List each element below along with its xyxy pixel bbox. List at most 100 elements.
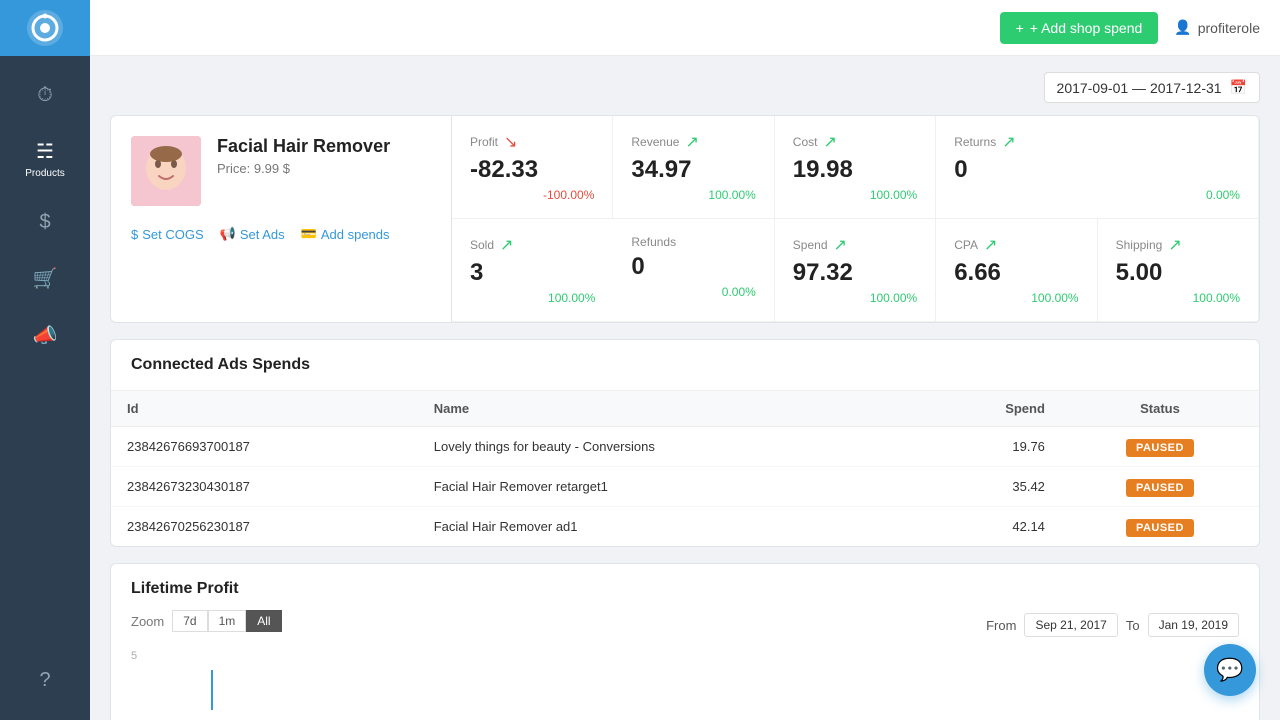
- table-row: 23842673230430187 Facial Hair Remover re…: [111, 467, 1259, 507]
- set-cogs-label: Set COGS: [142, 227, 203, 242]
- chart-date-range: From Sep 21, 2017 To Jan 19, 2019: [986, 613, 1239, 637]
- products-icon: ☵: [36, 139, 54, 164]
- trend-up-icon: ↗: [685, 132, 698, 152]
- sidebar-item-label: Products: [25, 168, 64, 179]
- calendar-icon: 📅: [1230, 79, 1247, 96]
- from-date-input[interactable]: Sep 21, 2017: [1024, 613, 1117, 637]
- metric-cpa-pct: 100.00%: [954, 291, 1078, 305]
- sidebar-item-finance[interactable]: $: [0, 199, 90, 246]
- metric-cost-pct: 100.00%: [793, 188, 917, 202]
- metric-profit-value: -82.33: [470, 156, 594, 184]
- cell-name: Facial Hair Remover retarget1: [418, 467, 919, 507]
- metric-shipping-value: 5.00: [1116, 259, 1240, 287]
- col-name: Name: [418, 391, 919, 427]
- metric-cpa-value: 6.66: [954, 259, 1078, 287]
- cell-id: 23842670256230187: [111, 507, 418, 547]
- cell-id: 23842673230430187: [111, 467, 418, 507]
- product-price: Price: 9.99 $: [217, 161, 390, 176]
- zoom-all-button[interactable]: All: [246, 610, 281, 632]
- date-range-row: 2017-09-01 — 2017-12-31 📅: [110, 72, 1260, 103]
- connected-ads-card: Connected Ads Spends Id Name Spend Statu…: [110, 339, 1260, 547]
- help-icon: ?: [39, 669, 50, 692]
- date-range-value: 2017-09-01 — 2017-12-31: [1057, 80, 1222, 96]
- metric-refunds-value: 0: [631, 253, 755, 281]
- card-icon: 💳: [301, 226, 317, 242]
- trend-up-icon-sold: ↗: [500, 235, 513, 255]
- product-image: [131, 136, 201, 206]
- metric-profit: Profit ↘ -82.33 -100.00%: [452, 116, 613, 219]
- username-label: profiterole: [1198, 20, 1260, 36]
- cell-status: PAUSED: [1061, 467, 1259, 507]
- chart-bar: [211, 670, 213, 710]
- metric-returns-pct: 0.00%: [954, 188, 1240, 202]
- megaphone-icon: 📣: [33, 323, 58, 348]
- cell-status: PAUSED: [1061, 427, 1259, 467]
- add-shop-button[interactable]: + + Add shop spend: [1000, 12, 1159, 44]
- dollar-icon: $: [39, 211, 50, 234]
- table-row: 23842676693700187 Lovely things for beau…: [111, 427, 1259, 467]
- metric-spend-value: 97.32: [793, 259, 917, 287]
- metric-spend-pct: 100.00%: [793, 291, 917, 305]
- metric-revenue-label: Revenue ↗: [631, 132, 755, 152]
- sidebar-item-products[interactable]: ☵ Products: [0, 127, 90, 191]
- sidebar-item-help[interactable]: ?: [39, 657, 50, 704]
- cell-spend: 35.42: [919, 467, 1061, 507]
- clock-icon: ⏱: [37, 84, 53, 107]
- metric-refunds-label: Refunds: [631, 235, 755, 249]
- zoom-7d-button[interactable]: 7d: [172, 610, 207, 632]
- sidebar-item-cart[interactable]: 🛒: [0, 254, 90, 303]
- metric-sold-label: Sold ↗: [470, 235, 595, 255]
- set-ads-label: Set Ads: [240, 227, 285, 242]
- zoom-1m-button[interactable]: 1m: [208, 610, 247, 632]
- cell-spend: 42.14: [919, 507, 1061, 547]
- main-area: + + Add shop spend 👤 profiterole 2017-09…: [90, 0, 1280, 720]
- col-spend: Spend: [919, 391, 1061, 427]
- status-badge: PAUSED: [1126, 439, 1194, 457]
- product-top: Facial Hair Remover Price: 9.99 $: [131, 136, 431, 206]
- cell-name: Facial Hair Remover ad1: [418, 507, 919, 547]
- connected-ads-title: Connected Ads Spends: [111, 340, 1259, 391]
- cell-name: Lovely things for beauty - Conversions: [418, 427, 919, 467]
- sidebar-item-marketing[interactable]: 📣: [0, 311, 90, 360]
- metric-profit-pct: -100.00%: [470, 188, 594, 202]
- add-spends-link[interactable]: 💳 Add spends: [301, 226, 390, 242]
- connected-ads-table: Id Name Spend Status 23842676693700187 L…: [111, 391, 1259, 546]
- add-shop-label: + Add shop spend: [1030, 20, 1143, 36]
- chart-y-label: 5: [131, 650, 137, 662]
- app-logo[interactable]: [0, 0, 90, 56]
- metric-refunds-pct: 0.00%: [631, 285, 755, 299]
- metric-cost-value: 19.98: [793, 156, 917, 184]
- zoom-label: Zoom: [131, 614, 164, 629]
- metric-revenue: Revenue ↗ 34.97 100.00%: [613, 116, 774, 219]
- product-details: Facial Hair Remover Price: 9.99 $: [217, 136, 390, 176]
- add-spends-label: Add spends: [321, 227, 390, 242]
- lifetime-chart: 5: [131, 650, 1239, 710]
- cell-spend: 19.76: [919, 427, 1061, 467]
- trend-up-icon-cpa: ↗: [984, 235, 997, 255]
- product-info: Facial Hair Remover Price: 9.99 $ $ Set …: [111, 116, 451, 322]
- table-header-row: Id Name Spend Status: [111, 391, 1259, 427]
- table-body: 23842676693700187 Lovely things for beau…: [111, 427, 1259, 547]
- user-icon: 👤: [1174, 19, 1191, 36]
- sidebar-nav: ⏱ ☵ Products $ 🛒 📣: [0, 56, 90, 657]
- sidebar-bottom: ?: [39, 657, 50, 720]
- metric-cpa-label: CPA ↗: [954, 235, 1078, 255]
- date-range-picker[interactable]: 2017-09-01 — 2017-12-31 📅: [1044, 72, 1260, 103]
- chat-icon: 💬: [1216, 657, 1243, 683]
- user-menu[interactable]: 👤 profiterole: [1174, 19, 1260, 36]
- plus-icon: +: [1016, 20, 1024, 36]
- status-badge: PAUSED: [1126, 519, 1194, 537]
- status-badge: PAUSED: [1126, 479, 1194, 497]
- to-date-input[interactable]: Jan 19, 2019: [1148, 613, 1239, 637]
- trend-up-icon-returns: ↗: [1002, 132, 1015, 152]
- set-cogs-link[interactable]: $ Set COGS: [131, 226, 204, 242]
- chat-fab[interactable]: 💬: [1204, 644, 1256, 696]
- dollar-small-icon: $: [131, 227, 138, 242]
- trend-up-icon-spend: ↗: [834, 235, 847, 255]
- set-ads-link[interactable]: 📢 Set Ads: [220, 226, 285, 242]
- metrics-grid: Profit ↘ -82.33 -100.00% Revenue ↗ 34.97…: [451, 116, 1259, 322]
- metric-cost: Cost ↗ 19.98 100.00%: [775, 116, 936, 219]
- to-label: To: [1126, 618, 1140, 633]
- sidebar-item-dashboard[interactable]: ⏱: [0, 72, 90, 119]
- trend-up-icon-cost: ↗: [823, 132, 836, 152]
